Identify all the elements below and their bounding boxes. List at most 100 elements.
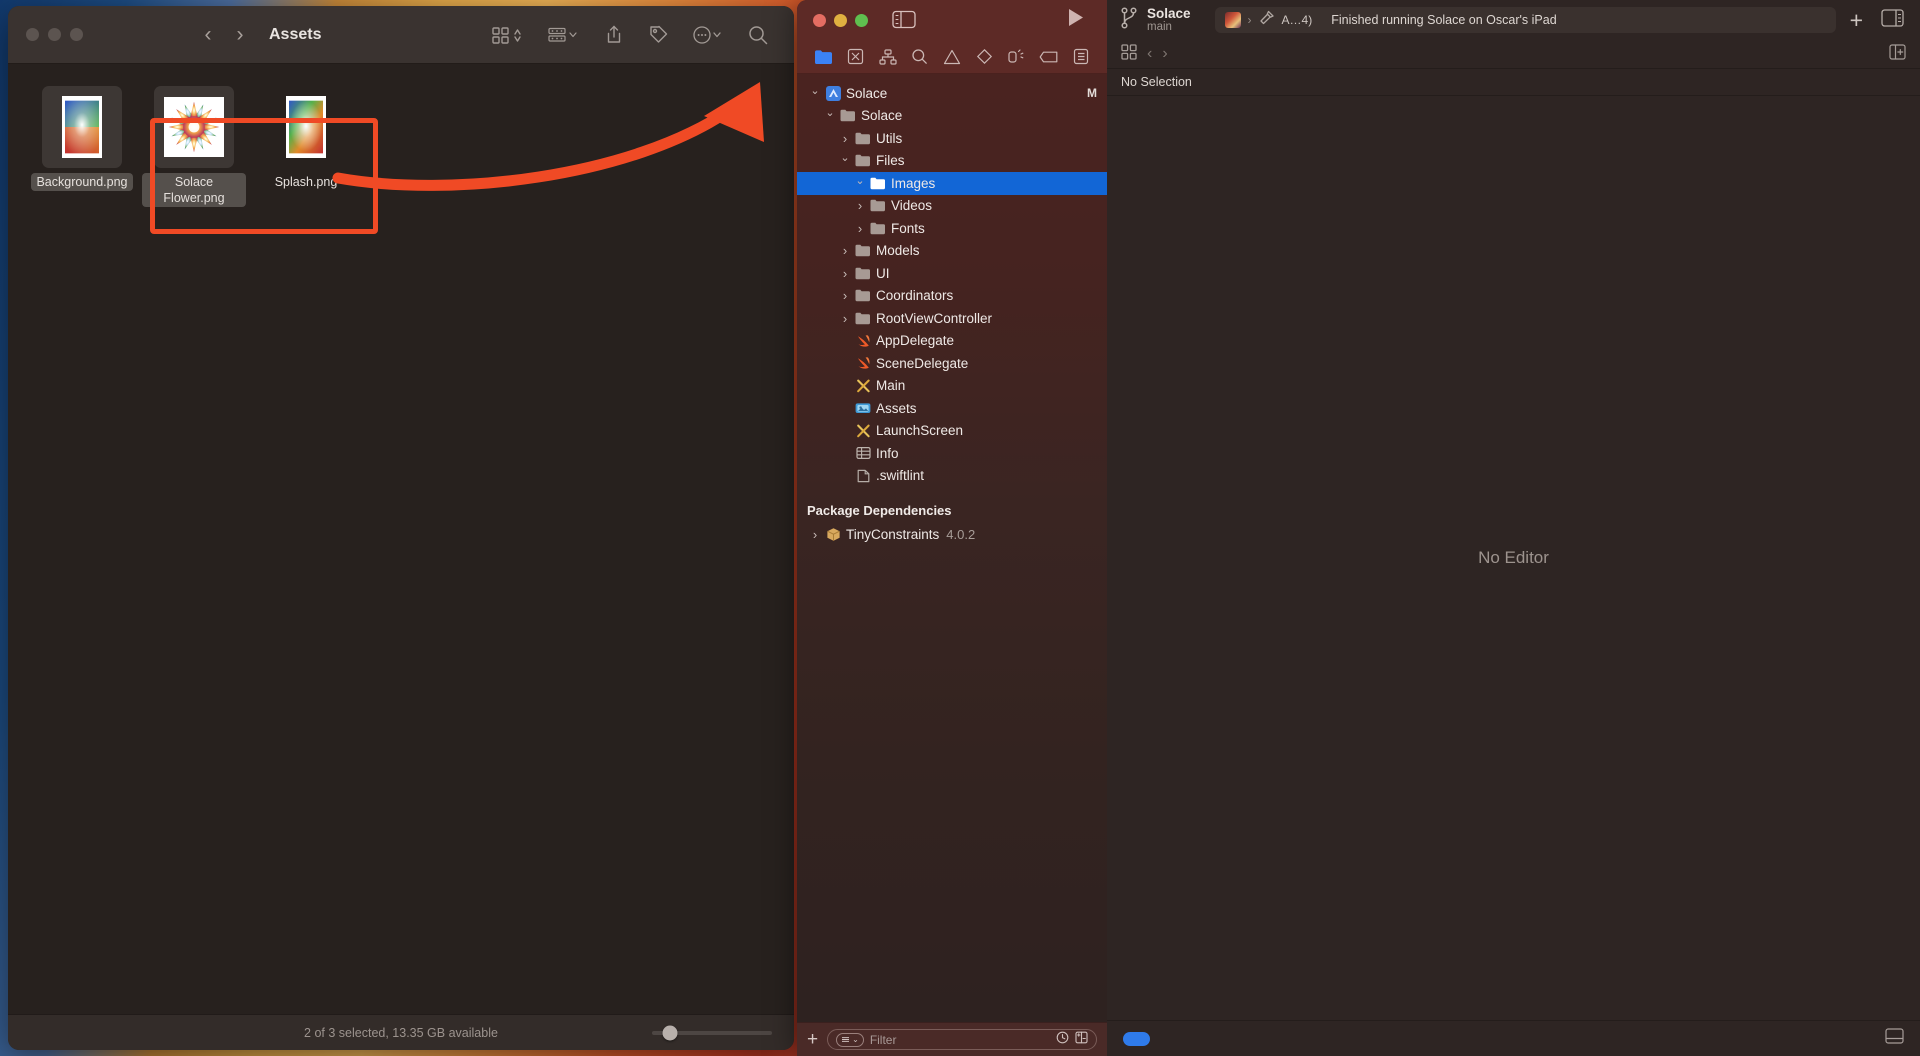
filter-input[interactable]: ⌄ Filter bbox=[827, 1029, 1097, 1050]
file-thumbnail[interactable] bbox=[154, 86, 234, 168]
file-item[interactable]: Background.png bbox=[26, 78, 138, 207]
disclosure-triangle-icon[interactable] bbox=[807, 87, 823, 100]
share-icon[interactable] bbox=[594, 20, 634, 50]
inspector-toggle-icon[interactable] bbox=[1881, 8, 1904, 32]
back-chevron-icon[interactable]: ‹ bbox=[1147, 45, 1152, 63]
disclosure-triangle-icon[interactable] bbox=[837, 243, 853, 258]
navigator-row[interactable]: Solace M bbox=[797, 82, 1107, 105]
navigator-row[interactable]: Fonts bbox=[797, 217, 1107, 240]
disclosure-triangle-icon[interactable] bbox=[852, 221, 868, 236]
editor-canvas: No Editor bbox=[1107, 96, 1920, 1020]
folder-icon bbox=[853, 154, 873, 167]
find-navigator-icon[interactable] bbox=[907, 45, 933, 69]
issue-navigator-icon[interactable] bbox=[939, 45, 965, 69]
disclosure-triangle-icon[interactable] bbox=[807, 527, 823, 542]
add-file-button[interactable]: + bbox=[807, 1030, 818, 1049]
disclosure-triangle-icon[interactable] bbox=[837, 154, 853, 167]
project-navigator-tree[interactable]: Solace M Solace Utils bbox=[797, 74, 1107, 1022]
project-navigator-icon[interactable] bbox=[810, 45, 836, 69]
navigator-row[interactable]: AppDelegate bbox=[797, 330, 1107, 353]
finder-navigation: ‹ › bbox=[195, 22, 253, 48]
folder-icon bbox=[853, 289, 873, 302]
activity-pill[interactable] bbox=[1123, 1031, 1150, 1046]
storyboard-icon bbox=[853, 379, 873, 393]
navigator-row[interactable]: Assets bbox=[797, 397, 1107, 420]
search-icon[interactable] bbox=[738, 20, 778, 50]
icon-size-slider-knob[interactable] bbox=[662, 1025, 678, 1040]
close-button[interactable] bbox=[813, 13, 826, 27]
navigator-row[interactable]: Videos bbox=[797, 195, 1107, 218]
package-icon bbox=[823, 527, 843, 542]
disclosure-triangle-icon[interactable] bbox=[837, 311, 853, 326]
file-thumbnail[interactable] bbox=[266, 86, 346, 168]
disclosure-triangle-icon[interactable] bbox=[837, 266, 853, 281]
navigator-row-label: Info bbox=[876, 445, 899, 461]
disclosure-triangle-icon[interactable] bbox=[837, 288, 853, 303]
clock-icon[interactable] bbox=[1056, 1031, 1069, 1049]
hierarchy-navigator-icon[interactable] bbox=[875, 45, 901, 69]
activity-view[interactable]: › A…4) Finished running Solace on Oscar'… bbox=[1214, 7, 1836, 33]
file-item[interactable]: Splash.png bbox=[250, 78, 362, 207]
xcode-traffic-lights[interactable] bbox=[813, 13, 868, 27]
navigator-row[interactable]: Images bbox=[797, 172, 1107, 195]
filter-placeholder: Filter bbox=[869, 1032, 897, 1047]
navigator-row[interactable]: Info bbox=[797, 442, 1107, 465]
navigator-row[interactable]: Solace bbox=[797, 105, 1107, 128]
diff-icon[interactable] bbox=[1075, 1031, 1088, 1049]
group-by-icon[interactable] bbox=[538, 20, 590, 50]
activity-message: Finished running Solace on Oscar's iPad bbox=[1331, 13, 1557, 27]
close-button[interactable] bbox=[26, 28, 39, 41]
folder-icon bbox=[853, 312, 873, 325]
navigator-row[interactable]: Coordinators bbox=[797, 285, 1107, 308]
swift-icon bbox=[853, 334, 873, 348]
debug-area-toggle-icon[interactable] bbox=[1885, 1028, 1904, 1049]
breakpoint-navigator-icon[interactable] bbox=[1036, 45, 1062, 69]
sidebar-toggle-icon[interactable] bbox=[892, 10, 916, 30]
filter-scope-icon[interactable]: ⌄ bbox=[836, 1032, 864, 1047]
package-row[interactable]: TinyConstraints 4.0.2 bbox=[797, 523, 1107, 546]
icon-view-icon[interactable] bbox=[482, 20, 534, 50]
navigator-row[interactable]: .swiftlint bbox=[797, 465, 1107, 488]
background-png-thumb bbox=[62, 96, 102, 158]
navigator-row[interactable]: UI bbox=[797, 262, 1107, 285]
scheme-selector[interactable]: Solace main bbox=[1147, 6, 1191, 35]
add-editor-icon[interactable] bbox=[1889, 43, 1906, 65]
navigator-row[interactable]: Files bbox=[797, 150, 1107, 173]
navigator-row[interactable]: SceneDelegate bbox=[797, 352, 1107, 375]
file-item[interactable]: Solace Flower.png bbox=[138, 78, 250, 207]
back-chevron-icon[interactable]: ‹ bbox=[195, 22, 221, 48]
more-actions-icon[interactable] bbox=[682, 20, 734, 50]
zoom-button[interactable] bbox=[855, 13, 868, 27]
icon-size-slider[interactable] bbox=[652, 1025, 772, 1040]
finder-traffic-lights[interactable] bbox=[26, 28, 83, 41]
navigator-row[interactable]: Utils bbox=[797, 127, 1107, 150]
folder-icon bbox=[868, 222, 888, 235]
tag-icon[interactable] bbox=[638, 20, 678, 50]
navigator-row[interactable]: Models bbox=[797, 240, 1107, 263]
navigator-row[interactable]: Main bbox=[797, 375, 1107, 398]
run-icon[interactable] bbox=[1066, 7, 1085, 33]
disclosure-triangle-icon[interactable] bbox=[852, 177, 868, 190]
minimize-button[interactable] bbox=[834, 13, 847, 27]
disclosure-triangle-icon[interactable] bbox=[852, 198, 868, 213]
disclosure-triangle-icon[interactable] bbox=[822, 109, 838, 122]
add-button[interactable]: + bbox=[1850, 8, 1863, 32]
report-navigator-icon[interactable] bbox=[1068, 45, 1094, 69]
navigator-row-label: Models bbox=[876, 243, 920, 259]
navigator-row-label: Main bbox=[876, 378, 906, 394]
editor-breadcrumb[interactable]: No Selection bbox=[1107, 69, 1920, 96]
finder-file-area[interactable]: Background.png Solace Flower.png Splash.… bbox=[8, 64, 794, 1014]
minimize-button[interactable] bbox=[48, 28, 61, 41]
disclosure-triangle-icon[interactable] bbox=[837, 131, 853, 146]
source-control-navigator-icon[interactable] bbox=[842, 45, 868, 69]
forward-chevron-icon[interactable]: › bbox=[227, 22, 253, 48]
file-thumbnail[interactable] bbox=[42, 86, 122, 168]
forward-chevron-icon[interactable]: › bbox=[1162, 45, 1167, 63]
zoom-button[interactable] bbox=[70, 28, 83, 41]
navigator-row[interactable]: LaunchScreen bbox=[797, 420, 1107, 443]
test-navigator-icon[interactable] bbox=[971, 45, 997, 69]
run-destination: A…4) bbox=[1281, 13, 1313, 27]
navigator-row[interactable]: RootViewController bbox=[797, 307, 1107, 330]
debug-navigator-icon[interactable] bbox=[1003, 45, 1029, 69]
related-items-icon[interactable] bbox=[1121, 43, 1137, 65]
